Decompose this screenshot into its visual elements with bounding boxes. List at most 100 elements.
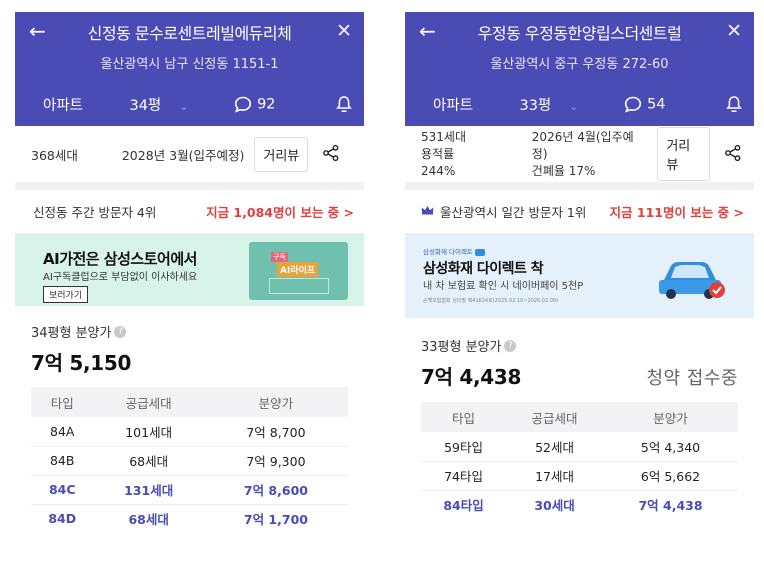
samsung-fire-ad-banner[interactable]: 삼성화재 다이렉트 삼성화재 다이렉트 착 내 차 보험료 확인 시 네이버페이… <box>405 234 754 318</box>
floor-area-ratio: 용적률 244% <box>421 146 456 178</box>
property-type-label: 아파트 <box>432 97 474 114</box>
listing-header: ← 우정동 우정동한양립스더센트럴 ✕ 울산광역시 중구 우정동 272-60 … <box>405 12 754 126</box>
notification-bell-button[interactable] <box>693 95 754 113</box>
visitor-rank-text: 울산광역시 일간 방문자 1위 <box>440 205 587 220</box>
price-label: 33평형 분양가 <box>421 340 502 355</box>
cell-price: 7억 8,700 <box>203 417 348 447</box>
col-header-price: 분양가 <box>203 387 348 417</box>
comments-button[interactable]: 92 <box>207 96 303 113</box>
complex-summary: 531세대 용적률 244% 2026년 4월(입주예정) 건폐율 17% 거리… <box>405 126 754 190</box>
back-arrow-icon[interactable]: ← <box>419 19 436 43</box>
price-value: 7억 5,150 <box>31 351 132 375</box>
cell-price: 7억 1,700 <box>243 512 308 528</box>
complex-title: 신정동 문수로센트레빌에듀리체 <box>87 24 292 43</box>
household-count: 368세대 <box>31 147 78 163</box>
cell-price: 7억 4,438 <box>638 498 703 514</box>
price-section: 34평형 분양가? 7억 5,150 타입 공급세대 분양가 84A 101세대 7… <box>15 306 364 533</box>
listing-header: ← 신정동 문수로센트레빌에듀리체 ✕ 울산광역시 남구 신정동 1151-1 … <box>15 12 364 126</box>
street-view-button[interactable]: 거리뷰 <box>657 127 710 181</box>
table-row: 84B 68세대 7억 9,300 <box>31 446 348 476</box>
comment-bubble-icon <box>234 96 252 113</box>
comment-bubble-icon <box>624 96 642 113</box>
cell-supply: 101세대 <box>93 417 204 447</box>
street-view-button[interactable]: 거리뷰 <box>254 136 309 172</box>
cell-type: 84B <box>31 446 94 476</box>
chevron-down-icon: ⌄ <box>569 99 579 113</box>
ad-disclaimer: 손해보험협회 심의필 제41624호(2025.02.10~2026.02.09… <box>423 298 559 304</box>
cell-price: 5억 4,340 <box>603 432 738 462</box>
ad-subtitle: 내 차 보험료 확인 시 네이버페이 5천P <box>423 281 584 292</box>
cell-type: 74타입 <box>421 461 507 491</box>
table-row: 84타입 30세대 7억 4,438 <box>421 490 738 519</box>
cell-supply: 68세대 <box>128 512 169 528</box>
cell-supply: 52세대 <box>506 432 603 462</box>
cell-supply: 131세대 <box>93 475 204 505</box>
table-row: 84C 131세대 7억 8,600 <box>31 475 348 505</box>
property-type-tab[interactable]: 아파트 <box>405 94 501 115</box>
cell-price: 7억 9,300 <box>203 446 348 476</box>
move-in-date: 2028년 3월(입주예정) <box>121 147 245 163</box>
table-row: 74타입 17세대 6억 5,662 <box>421 461 738 491</box>
col-header-supply: 공급세대 <box>506 402 603 432</box>
subscription-status: 청약 접수중 <box>646 368 738 389</box>
cell-supply: 68세대 <box>93 446 204 476</box>
ad-badge-main: AI라이프 <box>277 262 319 277</box>
price-value: 7억 4,438 <box>421 365 522 389</box>
size-label: 33평 <box>519 97 552 114</box>
close-icon[interactable]: ✕ <box>726 20 742 42</box>
ad-brand-text: 삼성화재 다이렉트 <box>423 248 473 256</box>
cell-type: 59타입 <box>421 432 507 462</box>
visitor-rank-text: 신정동 주간 방문자 4위 <box>33 205 157 220</box>
share-icon[interactable] <box>322 144 340 165</box>
back-arrow-icon[interactable]: ← <box>29 19 46 43</box>
bell-icon <box>336 96 352 112</box>
complex-title: 우정동 우정동한양립스더센트럴 <box>477 24 682 43</box>
ad-image: 구독 AI라이프 <box>249 242 348 300</box>
help-icon[interactable]: ? <box>114 325 127 338</box>
share-icon[interactable] <box>724 144 742 165</box>
close-icon[interactable]: ✕ <box>336 20 352 42</box>
schedule-info: 2026년 4월(입주예정) 건폐율 17% <box>532 129 646 180</box>
ad-title: AI가전은 삼성스토어에서 <box>43 250 197 268</box>
ad-badge-top: 구독 <box>271 252 288 262</box>
right-listing-panel: ← 우정동 우정동한양립스더센트럴 ✕ 울산광역시 중구 우정동 272-60 … <box>405 12 754 549</box>
complex-address: 울산광역시 남구 신정동 1151-1 <box>100 57 279 72</box>
cell-type: 84C <box>31 475 94 505</box>
table-row: 84D 68세대 7억 1,700 <box>31 504 348 533</box>
col-header-type: 타입 <box>421 402 507 432</box>
col-header-supply: 공급세대 <box>93 387 204 417</box>
viewing-now-link[interactable]: 지금 1,084명이 보는 중 > <box>206 202 354 221</box>
cell-supply: 17세대 <box>506 461 603 491</box>
comments-button[interactable]: 54 <box>597 96 693 113</box>
property-type-label: 아파트 <box>42 97 84 114</box>
col-header-type: 타입 <box>31 387 94 417</box>
ad-title: 삼성화재 다이렉트 착 <box>423 261 544 277</box>
car-icon <box>655 252 725 306</box>
samsung-store-ad-banner[interactable]: AI가전은 삼성스토어에서 AI구독클럽으로 부담없이 이사하세요 보러가기 구… <box>15 234 364 306</box>
cell-type: 84D <box>48 511 77 527</box>
size-label: 34평 <box>129 97 162 114</box>
household-count: 531세대 <box>421 129 466 144</box>
notification-bell-button[interactable] <box>303 95 364 113</box>
ad-house-outline <box>269 278 329 294</box>
property-type-tab[interactable]: 아파트 <box>15 94 111 115</box>
cell-supply: 30세대 <box>534 498 575 514</box>
size-selector[interactable]: 34평 ⌄ <box>111 94 207 115</box>
unit-price-table: 타입 공급세대 분양가 59타입 52세대 5억 4,340 74타입 17세대 6억 … <box>421 402 738 519</box>
comment-count: 54 <box>647 96 666 112</box>
table-row: 59타입 52세대 5억 4,340 <box>421 432 738 462</box>
help-icon[interactable]: ? <box>504 339 517 352</box>
ad-cta-button[interactable]: 보러가기 <box>43 286 89 303</box>
cell-type: 84타입 <box>443 498 484 514</box>
crown-icon <box>421 204 434 219</box>
complex-address: 울산광역시 중구 우정동 272-60 <box>490 57 669 72</box>
viewing-now-link[interactable]: 지금 111명이 보는 중 > <box>610 202 744 221</box>
comment-count: 92 <box>257 96 276 112</box>
unit-price-table: 타입 공급세대 분양가 84A 101세대 7억 8,700 84B 68세대 7억 9… <box>31 387 348 533</box>
visitor-rank-bar: 울산광역시 일간 방문자 1위 지금 111명이 보는 중 > <box>405 190 754 234</box>
cell-type: 84A <box>31 417 94 447</box>
size-selector[interactable]: 33평 ⌄ <box>501 94 597 115</box>
bell-icon <box>726 96 742 112</box>
ad-brand: 삼성화재 다이렉트 <box>423 246 485 256</box>
visitor-rank-bar: 신정동 주간 방문자 4위 지금 1,084명이 보는 중 > <box>15 190 364 234</box>
